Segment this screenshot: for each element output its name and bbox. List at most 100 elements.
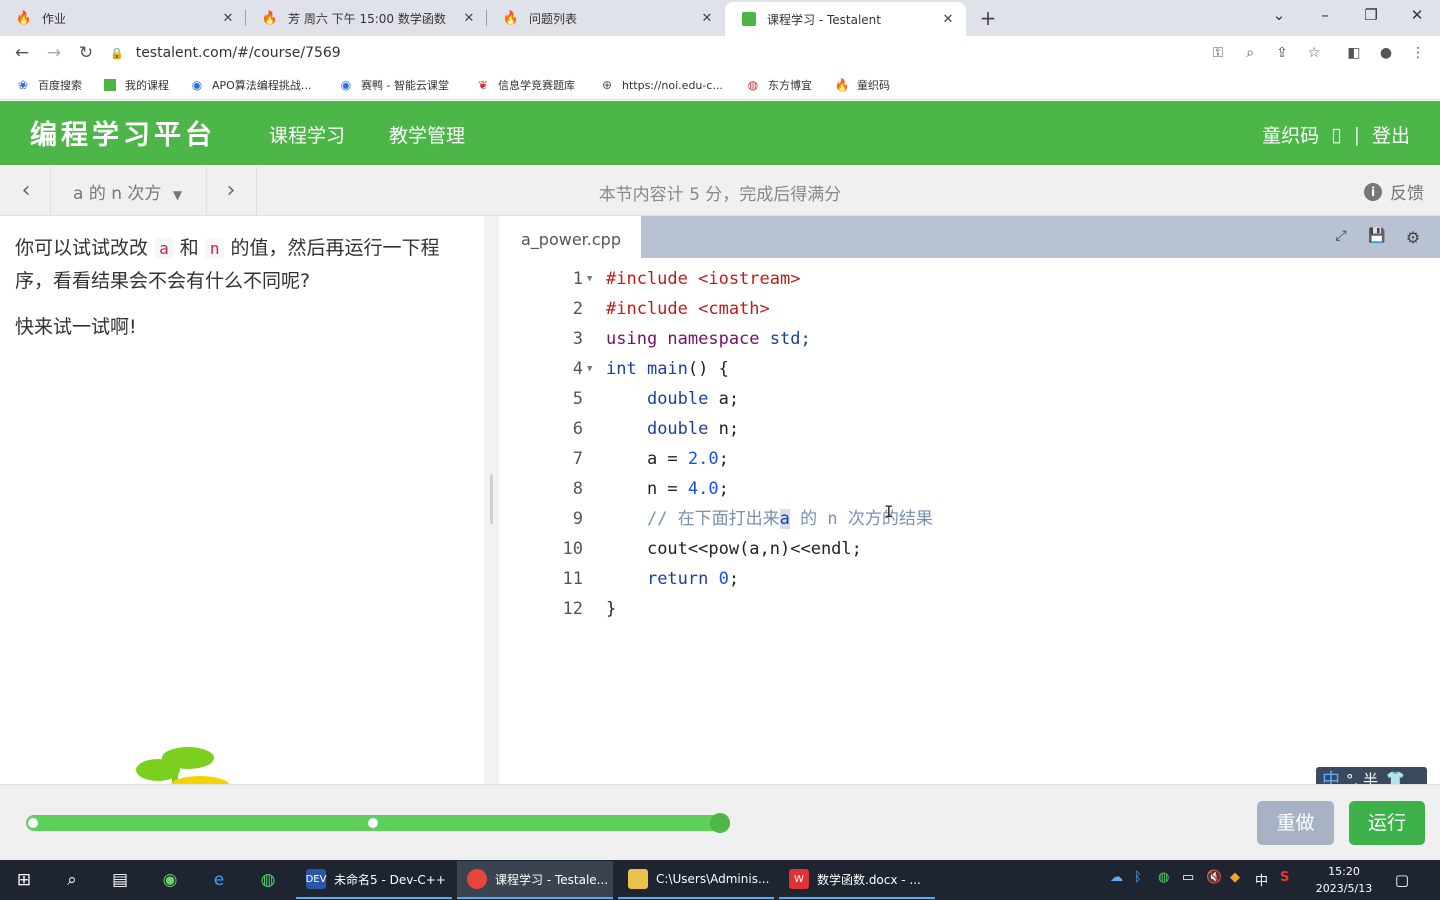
code-text: a = bbox=[646, 449, 688, 469]
code-text: std; bbox=[759, 329, 811, 349]
logout-link[interactable]: 登出 bbox=[1372, 121, 1410, 148]
bookmark-baidu[interactable]: ❀ 百度搜索 bbox=[16, 76, 82, 94]
user-name[interactable]: 童织码 bbox=[1262, 121, 1319, 148]
code-number: 0 bbox=[718, 569, 729, 589]
task-view-icon[interactable]: ▤ bbox=[108, 868, 132, 892]
cloud-icon[interactable]: ☁ bbox=[1110, 870, 1123, 885]
chevron-down-icon[interactable]: ⌄ bbox=[1256, 0, 1302, 32]
close-icon[interactable]: ✕ bbox=[461, 11, 477, 26]
bookmark-label: 童织码 bbox=[857, 79, 890, 92]
run-control-bar: 重做 运行 bbox=[0, 784, 1440, 860]
browser-tab-homework[interactable]: 🔥 作业 ✕ bbox=[0, 2, 246, 34]
line-number: 1 bbox=[572, 269, 583, 289]
taskbar-app-wps[interactable]: W 数学函数.docx - ... bbox=[779, 861, 935, 899]
key-icon[interactable]: ⚿ bbox=[1207, 42, 1229, 64]
reload-button[interactable]: ↻ bbox=[73, 40, 99, 66]
gear-icon[interactable]: ⚙ bbox=[1402, 228, 1424, 248]
flame-icon: 🔥 bbox=[261, 10, 279, 26]
wechat-tray-icon[interactable]: ◍ bbox=[1158, 870, 1169, 885]
swirl-icon: ◍ bbox=[747, 78, 759, 92]
fold-arrow-icon[interactable]: ▼ bbox=[587, 264, 592, 294]
code-line: 8 n = 4.0; bbox=[499, 474, 1440, 504]
progress-handle[interactable] bbox=[710, 813, 730, 833]
code-text: a; bbox=[708, 389, 740, 409]
nav-course-study[interactable]: 课程学习 bbox=[269, 121, 345, 148]
bookmark-my-courses[interactable]: 我的课程 bbox=[103, 76, 169, 94]
line-number: 12 bbox=[562, 599, 583, 619]
search-icon[interactable]: ⌕ bbox=[60, 868, 84, 892]
more-icon[interactable]: ⋮ bbox=[1407, 42, 1429, 64]
volume-muted-icon[interactable]: 🔇 bbox=[1206, 870, 1222, 885]
tab-title: 课程学习 - Testalent bbox=[767, 12, 881, 27]
windows-start-icon[interactable]: ⊞ bbox=[12, 868, 36, 892]
editor-file-tab[interactable]: a_power.cpp bbox=[499, 216, 641, 260]
browser-green-icon[interactable]: ◉ bbox=[158, 868, 182, 892]
browser-tab-course[interactable]: 课程学习 - Testalent ✕ bbox=[725, 2, 966, 36]
bookmark-saiya[interactable]: ◉ 赛鸭 - 智能云课堂 bbox=[339, 76, 449, 94]
minimize-button[interactable]: – bbox=[1302, 0, 1348, 32]
new-tab-button[interactable]: + bbox=[974, 4, 1002, 32]
forward-button[interactable]: → bbox=[41, 40, 67, 66]
progress-bar[interactable] bbox=[26, 813, 730, 833]
pane-splitter[interactable] bbox=[484, 216, 499, 784]
code-comment: // 在下面打出来 bbox=[646, 509, 780, 529]
line-number: 9 bbox=[572, 509, 583, 529]
run-button[interactable]: 运行 bbox=[1349, 801, 1425, 845]
star-icon[interactable]: ☆ bbox=[1303, 42, 1325, 64]
restore-button[interactable]: ❐ bbox=[1348, 0, 1394, 32]
instruction-text: 你可以试试改改 bbox=[15, 237, 149, 259]
redo-button[interactable]: 重做 bbox=[1257, 801, 1334, 845]
close-icon[interactable]: ✕ bbox=[220, 11, 236, 26]
close-window-button[interactable]: ✕ bbox=[1394, 0, 1440, 32]
network-icon[interactable]: ▭ bbox=[1182, 870, 1194, 885]
input-lang[interactable]: 中 bbox=[1255, 870, 1268, 889]
back-button[interactable]: ← bbox=[9, 40, 35, 66]
editor-tab-bar: a_power.cpp ⤢ 💾 ⚙ bbox=[499, 216, 1440, 260]
feedback-button[interactable]: i 反馈 bbox=[1364, 179, 1424, 204]
green-square-icon bbox=[741, 11, 757, 27]
code-line: 2 #include <cmath> bbox=[499, 294, 1440, 324]
notification-icon[interactable]: ▢ bbox=[1390, 868, 1414, 892]
ie-icon[interactable]: e bbox=[207, 868, 231, 892]
circle-icon: ◉ bbox=[191, 78, 203, 92]
save-icon[interactable]: 💾 bbox=[1366, 228, 1388, 248]
tab-title: 问题列表 bbox=[529, 11, 578, 26]
share-icon[interactable]: ⇪ bbox=[1271, 42, 1293, 64]
browser-tab-problems[interactable]: 🔥 问题列表 ✕ bbox=[487, 2, 725, 34]
bookmark-noi[interactable]: ⊕ https://noi.edu-c... bbox=[600, 76, 723, 94]
bookmark-label: 赛鸭 - 智能云课堂 bbox=[361, 79, 449, 92]
brand-logo[interactable]: 编程学习平台 bbox=[30, 113, 216, 152]
wps-icon: W bbox=[789, 869, 809, 889]
zoom-icon[interactable]: ⌕ bbox=[1239, 42, 1261, 64]
code-line: 10 cout<<pow(a,n)<<endl; bbox=[499, 534, 1440, 564]
close-icon[interactable]: ✕ bbox=[940, 12, 956, 27]
instruction-paragraph: 你可以试试改改 a 和 n 的值，然后再运行一下程序，看看结果会不会有什么不同呢… bbox=[15, 232, 470, 297]
code-area[interactable]: 1 ▼ #include <iostream> 2 #include <cmath> … bbox=[499, 264, 1440, 624]
bluetooth-icon[interactable]: ᛒ bbox=[1134, 870, 1142, 885]
sogou-icon[interactable]: S bbox=[1280, 870, 1289, 885]
close-icon[interactable]: ✕ bbox=[699, 11, 715, 26]
bookmark-tongzhima[interactable]: 🔥 童织码 bbox=[835, 76, 890, 94]
taskbar-app-devcpp[interactable]: DEV 未命名5 - Dev-C++ bbox=[296, 861, 452, 899]
info-icon: i bbox=[1364, 182, 1382, 201]
browser-tab-math[interactable]: 🔥 芳 周六 下午 15:00 数学函数 ✕ bbox=[246, 2, 487, 34]
code-text: } bbox=[606, 599, 617, 619]
drag-handle[interactable] bbox=[490, 474, 493, 524]
side-panel-icon[interactable]: ◧ bbox=[1343, 42, 1365, 64]
profile-icon[interactable]: ● bbox=[1375, 42, 1397, 64]
flame-icon: 🔥 bbox=[15, 10, 33, 26]
wechat-icon[interactable]: ◍ bbox=[256, 868, 280, 892]
nav-teaching-management[interactable]: 教学管理 bbox=[389, 121, 465, 148]
url-field[interactable]: 🔒 testalent.com/#/course/7569 bbox=[110, 40, 1240, 66]
bookmark-apo[interactable]: ◉ APO算法编程挑战... bbox=[190, 76, 312, 94]
fold-arrow-icon[interactable]: ▼ bbox=[587, 354, 592, 384]
fullscreen-icon[interactable]: ⤢ bbox=[1330, 228, 1352, 248]
bookmark-dongfang[interactable]: ◍ 东方博宜 bbox=[746, 76, 812, 94]
tab-title: 芳 周六 下午 15:00 数学函数 bbox=[288, 11, 446, 26]
taskbar-app-explorer[interactable]: C:\Users\Adminis... bbox=[618, 861, 774, 899]
system-clock[interactable]: 15:20 2023/5/13 bbox=[1308, 863, 1380, 897]
app-tray-icon[interactable]: ◆ bbox=[1230, 870, 1240, 885]
taskbar-app-chrome[interactable]: 课程学习 - Testale... bbox=[457, 861, 613, 899]
bookmark-oj[interactable]: ❦ 信息学竞赛题库 bbox=[476, 76, 575, 94]
code-number: 2.0 bbox=[687, 449, 719, 469]
